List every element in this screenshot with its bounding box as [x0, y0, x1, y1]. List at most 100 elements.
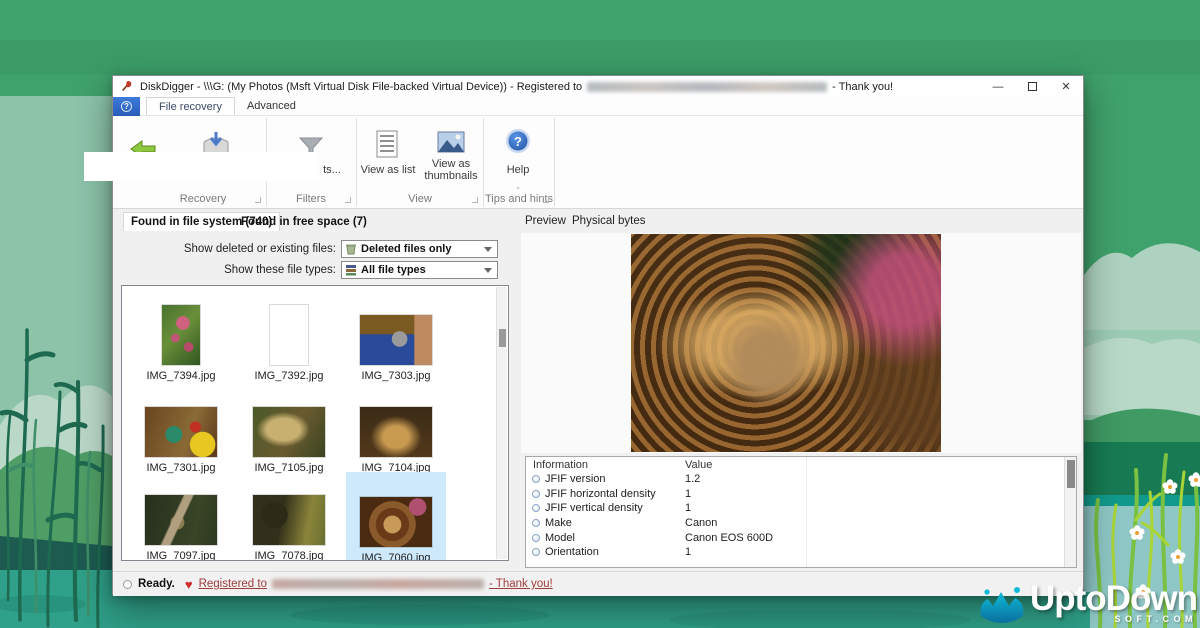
scrollbar-thumb[interactable] — [1067, 460, 1075, 488]
maximize-button[interactable] — [1015, 76, 1049, 97]
uptodown-logo-icon — [978, 582, 1026, 624]
thumbnail-image — [360, 407, 432, 457]
view-dialog-launcher[interactable] — [472, 197, 478, 203]
recovered-files-list[interactable]: IMG_7394.jpg IMG_7392.jpg IMG_7303.jpg I… — [121, 285, 509, 561]
info-row[interactable]: Orientation 1 — [526, 545, 1076, 560]
registered-suffix: - Thank you! — [489, 578, 553, 590]
desktop: DiskDigger - \\\G: (My Photos (Msft Virt… — [0, 0, 1200, 628]
thumbnail-image — [360, 315, 432, 365]
thumbnail-image — [145, 495, 217, 545]
tab-physical-bytes[interactable]: Physical bytes — [572, 215, 646, 227]
info-row[interactable]: JFIF vertical density 1 — [526, 501, 1076, 516]
statusbar: Ready. ♥ Registered to - Thank you! — [113, 571, 1083, 596]
view-as-thumbnails-icon[interactable] — [437, 130, 465, 154]
thumbnail-filename: IMG_7078.jpg — [254, 550, 323, 561]
scrollbar-thumb[interactable] — [499, 329, 506, 347]
thumbnail-item[interactable]: IMG_7104.jpg — [346, 388, 446, 474]
info-panel-scrollbar[interactable] — [1064, 457, 1076, 567]
help-label[interactable]: Help — [493, 164, 543, 176]
info-value: 1.2 — [685, 473, 1076, 485]
window-title-suffix: - Thank you! — [832, 81, 893, 93]
deleted-files-combobox[interactable]: Deleted files only — [341, 240, 498, 258]
thumbnail-image — [360, 497, 432, 547]
info-table-header: Information Value — [526, 457, 1076, 472]
registered-link[interactable]: Registered to - Thank you! — [199, 578, 553, 590]
thumbnail-item[interactable]: IMG_7394.jpg — [131, 296, 231, 382]
thumbnail-item[interactable]: IMG_7105.jpg — [239, 388, 339, 474]
status-circle-icon — [123, 580, 132, 589]
window-title-prefix: DiskDigger - \\\G: (My Photos (Msft Virt… — [140, 81, 582, 93]
recycle-bin-icon — [345, 243, 357, 255]
info-value: 1 — [685, 502, 1076, 514]
info-circle-icon — [532, 519, 540, 527]
content-area: Found in file system (740) Found in free… — [113, 209, 1083, 571]
header-value: Value — [685, 459, 712, 471]
thumbnail-image — [270, 305, 308, 365]
ribbon-tabstrip: ? File recovery Advanced — [113, 97, 1083, 116]
group-label-recovery: Recovery — [143, 193, 263, 205]
info-circle-icon — [532, 534, 540, 542]
thumbnail-image — [145, 407, 217, 457]
info-key: Orientation — [545, 546, 685, 558]
thumbnail-item[interactable]: IMG_7078.jpg — [239, 476, 339, 561]
titlebar[interactable]: DiskDigger - \\\G: (My Photos (Msft Virt… — [113, 76, 1083, 97]
thumbnail-filename: IMG_7394.jpg — [146, 370, 215, 382]
svg-text:?: ? — [514, 134, 522, 149]
info-key: JFIF version — [545, 473, 685, 485]
thumbnail-image — [253, 407, 325, 457]
filter-types-label: Show these file types: — [121, 264, 336, 276]
info-value: Canon — [685, 517, 1076, 529]
thumbnail-list-scrollbar[interactable] — [496, 287, 507, 559]
file-types-icon — [345, 264, 357, 276]
tab-file-recovery[interactable]: File recovery — [146, 97, 235, 115]
info-circle-icon — [532, 475, 540, 483]
file-types-combobox[interactable]: All file types — [341, 261, 498, 279]
uptodown-brand: UptoDown — [1030, 582, 1197, 616]
info-row[interactable]: JFIF version 1.2 — [526, 472, 1076, 487]
thumbnail-image — [253, 495, 325, 545]
tab-preview[interactable]: Preview — [525, 215, 566, 227]
recovery-dialog-launcher[interactable] — [255, 197, 261, 203]
info-circle-icon — [532, 490, 540, 498]
redacted-registration-email — [272, 579, 484, 589]
minimize-button[interactable]: — — [981, 76, 1015, 97]
preview-pane — [521, 233, 1081, 453]
uptodown-logo-text: UptoDown SOFT.COM — [1030, 582, 1197, 624]
status-ready-text: Ready. — [138, 578, 175, 590]
thumbnail-item[interactable]: IMG_7301.jpg — [131, 388, 231, 474]
tab-advanced[interactable]: Advanced — [235, 97, 308, 115]
tab-found-in-free-space[interactable]: Found in free space (7) — [241, 216, 367, 228]
info-key: Model — [545, 532, 685, 544]
help-icon[interactable]: ? — [505, 128, 531, 154]
tips-dialog-launcher[interactable] — [543, 197, 549, 203]
header-information: Information — [533, 459, 685, 471]
thumbnail-item[interactable]: IMG_7097.jpg — [131, 476, 231, 561]
thumbnail-filename: IMG_7060.jpg — [361, 552, 430, 561]
info-circle-icon — [532, 504, 540, 512]
view-as-list-label[interactable]: View as list — [355, 164, 421, 176]
thumbnail-filename: IMG_7105.jpg — [254, 462, 323, 474]
question-circle-icon: ? — [121, 101, 132, 112]
thumbnail-item[interactable]: IMG_7303.jpg — [346, 296, 446, 382]
registered-prefix: Registered to — [199, 578, 267, 590]
close-button[interactable]: ✕ — [1049, 76, 1083, 97]
info-key: JFIF vertical density — [545, 502, 685, 514]
thumbnail-item[interactable]: IMG_7392.jpg — [239, 296, 339, 382]
diskdigger-app-icon — [121, 80, 134, 93]
info-row[interactable]: JFIF horizontal density 1 — [526, 487, 1076, 502]
filters-dialog-launcher[interactable] — [345, 197, 351, 203]
info-row[interactable]: Make Canon — [526, 516, 1076, 531]
app-menu-button[interactable]: ? — [113, 97, 140, 116]
filter-deleted-label: Show deleted or existing files: — [121, 243, 336, 255]
thumbnail-filename: IMG_7301.jpg — [146, 462, 215, 474]
group-separator — [356, 118, 357, 206]
window-title: DiskDigger - \\\G: (My Photos (Msft Virt… — [140, 81, 893, 93]
thumbnail-item-selected[interactable]: IMG_7060.jpg — [346, 472, 446, 561]
filter-caption-partial: ts... — [319, 164, 345, 176]
maximize-icon — [1028, 82, 1037, 91]
info-value: Canon EOS 600D — [685, 532, 1076, 544]
view-as-list-icon[interactable] — [375, 130, 399, 158]
info-row[interactable]: Model Canon EOS 600D — [526, 530, 1076, 545]
redacted-registration-name — [587, 82, 827, 92]
view-as-thumbnails-label[interactable]: View as thumbnails — [418, 158, 484, 182]
